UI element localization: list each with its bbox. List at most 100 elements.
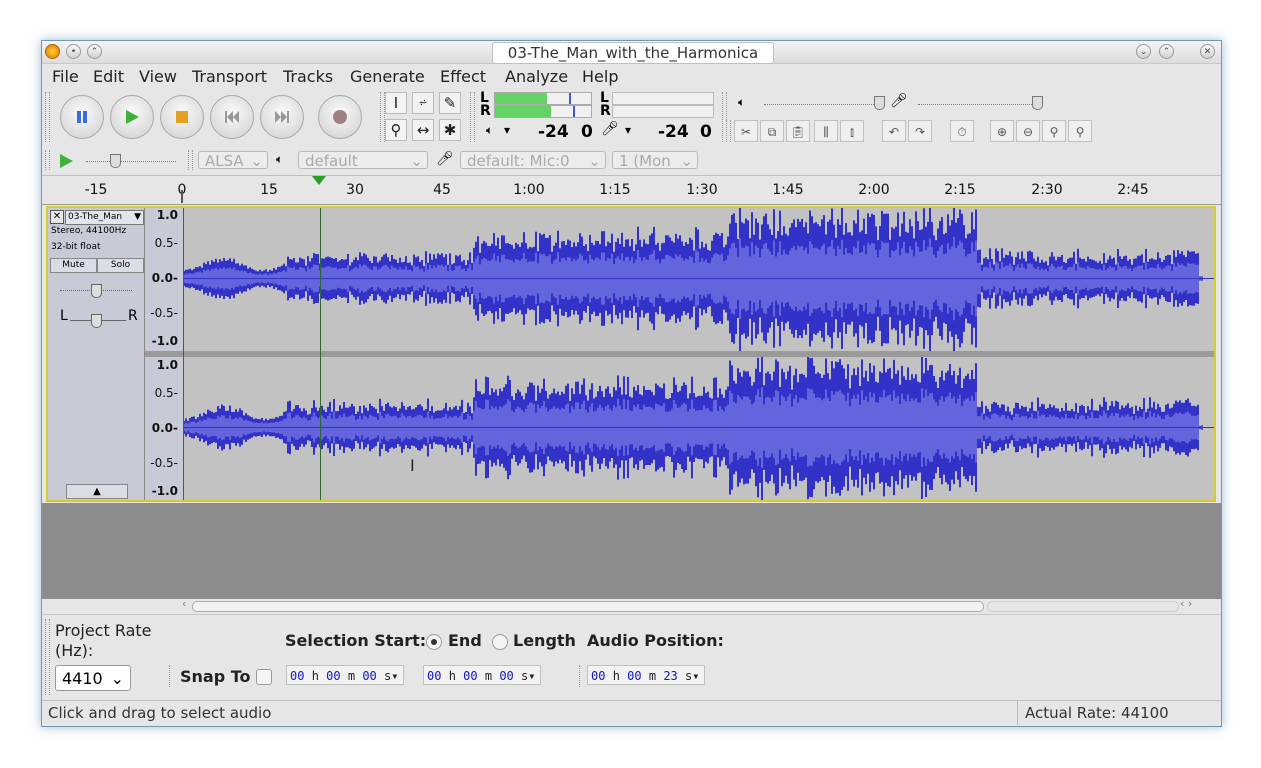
playback-device-select[interactable]: default ⌄ (298, 151, 428, 169)
zoom-tool-icon[interactable]: ⚲ (385, 119, 407, 141)
draw-tool-icon[interactable]: ✎ (439, 92, 461, 114)
close-icon[interactable]: ✕ (1200, 44, 1215, 59)
redo-icon[interactable]: ↷ (908, 120, 932, 142)
undo-icon[interactable]: ↶ (882, 120, 906, 142)
track-info-format: 32-bit float (51, 242, 101, 252)
menu-transport[interactable]: Transport (192, 67, 267, 86)
menu-edit[interactable]: Edit (93, 67, 124, 86)
play-at-speed-icon[interactable] (58, 153, 74, 169)
play-speed-thumb[interactable] (110, 154, 121, 168)
play-head-icon[interactable] (312, 176, 326, 186)
speaker-icon: 🔈︎ (276, 152, 283, 167)
waveform-left-channel[interactable] (184, 208, 1214, 351)
timeline-tick: 2:30 (1031, 182, 1062, 198)
zoom-in-icon[interactable]: ⊕ (990, 120, 1014, 142)
mic-meter-icon[interactable]: 🎤︎ (601, 121, 619, 137)
record-button[interactable] (318, 95, 362, 139)
stop-button[interactable] (160, 95, 204, 139)
trim-icon[interactable]: ⫼ (814, 120, 838, 142)
menu-bar: File Edit View Transport Tracks Generate… (42, 64, 1221, 88)
selection-end-time[interactable]: 00 h 00 m 00 s▾ (423, 665, 541, 685)
window-sticky-icon[interactable]: • (66, 44, 81, 59)
gain-thumb[interactable] (91, 284, 102, 298)
envelope-tool-icon[interactable]: ⩫ (412, 92, 434, 114)
timeline-tick: 2:00 (858, 182, 889, 198)
playback-volume-icon: 🔈︎ (738, 95, 745, 110)
waveform-right-channel[interactable] (184, 357, 1214, 500)
timeline-tick: 1:30 (686, 182, 717, 198)
selection-tool-icon[interactable]: I (385, 92, 407, 114)
menu-effect[interactable]: Effect (440, 67, 486, 86)
audio-host-select[interactable]: ALSA ⌄ (198, 151, 268, 169)
play-position-line (320, 208, 321, 500)
copy-icon[interactable]: ⧉ (760, 120, 784, 142)
recording-volume-thumb[interactable] (1032, 96, 1043, 110)
length-label: Length (513, 631, 576, 650)
scrollbar-thumb[interactable] (192, 601, 984, 612)
fit-selection-icon[interactable]: ⚲ (1042, 120, 1066, 142)
pause-button[interactable] (60, 95, 104, 139)
menu-tracks[interactable]: Tracks (283, 67, 333, 86)
empty-track-area[interactable] (42, 503, 1221, 599)
menu-file[interactable]: File (52, 67, 79, 86)
timeshift-tool-icon[interactable]: ↔ (412, 119, 434, 141)
window-shade-icon[interactable]: ⌃ (87, 44, 102, 59)
play-button[interactable] (110, 95, 154, 139)
app-menu-icon[interactable] (45, 44, 60, 59)
horizontal-scrollbar[interactable]: ‹ ‹ › (42, 599, 1221, 613)
recording-volume-slider[interactable] (918, 104, 1038, 105)
collapse-track-icon[interactable]: ▲ (66, 484, 128, 499)
snap-to-checkbox[interactable] (256, 669, 272, 685)
menu-help[interactable]: Help (582, 67, 618, 86)
rec-meter-dropdown-icon[interactable]: ▾ (625, 123, 631, 137)
snap-to-label: Snap To (180, 667, 251, 686)
timeline-ruler[interactable]: -1501530451:001:151:301:452:002:152:302:… (42, 175, 1221, 205)
length-radio[interactable] (492, 634, 508, 650)
playback-volume-thumb[interactable] (874, 96, 885, 110)
play-meter-dropdown-icon[interactable]: ▾ (504, 123, 510, 137)
sync-lock-icon[interactable]: ⏱ (950, 120, 974, 142)
project-rate-select[interactable]: 4410 ⌄ (55, 665, 131, 691)
fit-project-icon[interactable]: ⚲ (1068, 120, 1092, 142)
track-info-rate: Stereo, 44100Hz (51, 226, 126, 236)
play-meter-right (494, 105, 592, 118)
audio-position-time[interactable]: 00 h 00 m 23 s▾ (587, 665, 705, 685)
track-close-icon[interactable]: ✕ (50, 210, 64, 224)
scrollbar-track (987, 601, 1179, 612)
rec-meter-zero-label: 0 (700, 122, 712, 142)
playback-volume-slider[interactable] (764, 104, 884, 105)
record-icon (332, 109, 348, 125)
cut-icon[interactable]: ✂ (734, 120, 758, 142)
silence-icon[interactable]: ⫾ (840, 120, 864, 142)
actual-rate-label: Actual Rate: 44100 (1025, 704, 1169, 722)
skip-start-button[interactable] (210, 95, 254, 139)
audio-position-label: Audio Position: (587, 631, 724, 650)
pan-left-label: L (60, 308, 68, 324)
speaker-meter-icon[interactable]: 🔈︎ (486, 123, 493, 138)
menu-view[interactable]: View (139, 67, 177, 86)
mute-button[interactable]: Mute (50, 258, 97, 273)
scroll-right-icon[interactable]: ‹ › (1180, 597, 1192, 610)
play-icon (124, 109, 140, 125)
waveform-right-graph (184, 357, 1214, 500)
track-name-menu[interactable]: 03-The_Man ▼ (65, 210, 144, 225)
timeline-tick: 1:15 (599, 182, 630, 198)
maximize-icon[interactable]: ⌃ (1159, 44, 1174, 59)
recording-device-select[interactable]: default: Mic:0 ⌄ (460, 151, 606, 169)
menu-analyze[interactable]: Analyze (505, 67, 568, 86)
minimize-icon[interactable]: ⌄ (1136, 44, 1151, 59)
selection-start-time[interactable]: 00 h 00 m 00 s▾ (286, 665, 404, 685)
play-meter-left (494, 92, 592, 105)
pan-thumb[interactable] (91, 314, 102, 328)
skip-end-button[interactable] (260, 95, 304, 139)
zoom-out-icon[interactable]: ⊖ (1016, 120, 1040, 142)
solo-button[interactable]: Solo (97, 258, 144, 273)
paste-icon[interactable]: 📋︎ (786, 120, 810, 142)
play-speed-slider[interactable] (86, 161, 176, 162)
end-radio[interactable] (426, 634, 442, 650)
recording-channels-select[interactable]: 1 (Mon ⌄ (612, 151, 698, 169)
multi-tool-icon[interactable]: ✱ (439, 119, 461, 141)
tools-toolbar: I ⩫ ✎ ⚲ ↔ ✱ (380, 90, 468, 146)
menu-generate[interactable]: Generate (350, 67, 425, 86)
scroll-left-icon[interactable]: ‹ (182, 597, 186, 610)
